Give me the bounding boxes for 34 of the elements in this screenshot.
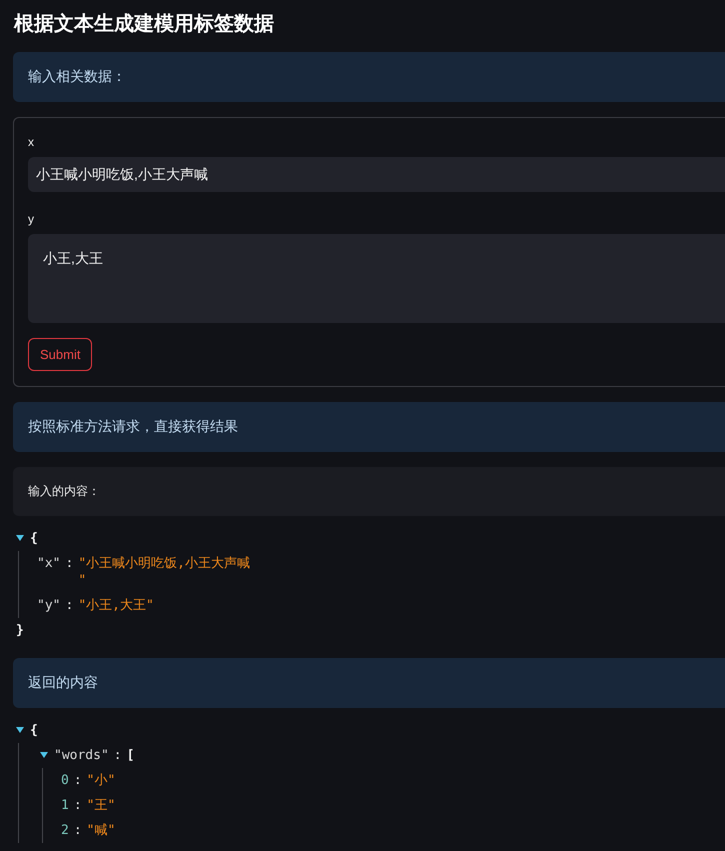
caret-icon[interactable]: [40, 752, 48, 758]
panel-label: 输入的内容：: [28, 483, 100, 500]
string-value: "小王,大王": [78, 597, 154, 614]
string-value: "王": [86, 797, 116, 814]
string-value: "小王喊小明吃饭,小王大声喊 ": [78, 555, 250, 589]
key-separator: :: [74, 772, 82, 789]
key-separator: :: [65, 597, 74, 614]
banner-text: 返回的内容: [28, 674, 98, 692]
key-separator: :: [65, 555, 74, 572]
json-key: "words": [54, 747, 109, 764]
string-value: "喊": [86, 822, 116, 839]
key-separator: :: [74, 822, 82, 839]
json-key: "x": [37, 555, 60, 572]
field-label: x: [28, 134, 34, 150]
closing-brace: }: [16, 622, 24, 639]
field-label: y: [28, 211, 34, 227]
caret-icon[interactable]: [16, 535, 24, 541]
array-index: 2: [61, 822, 69, 839]
key-separator: :: [74, 797, 82, 814]
array-index: 0: [61, 772, 69, 789]
text-input[interactable]: 小王喊小明吃饭,小王大声喊: [28, 157, 725, 192]
opening-brace: {: [30, 722, 38, 739]
banner-text: 输入相关数据：: [28, 68, 126, 86]
opening-bracket: [: [126, 747, 134, 764]
submit-button[interactable]: Submit: [28, 338, 92, 371]
json-key: "y": [37, 597, 60, 614]
opening-brace: {: [30, 530, 38, 547]
text-area[interactable]: 小王,大王: [28, 234, 725, 323]
caret-icon[interactable]: [16, 727, 24, 733]
banner-text: 按照标准方法请求，直接获得结果: [28, 418, 238, 436]
page-title: 根据文本生成建模用标签数据: [14, 12, 275, 36]
array-index: 1: [61, 797, 69, 814]
key-separator: :: [114, 747, 122, 764]
string-value: "小": [86, 772, 116, 789]
